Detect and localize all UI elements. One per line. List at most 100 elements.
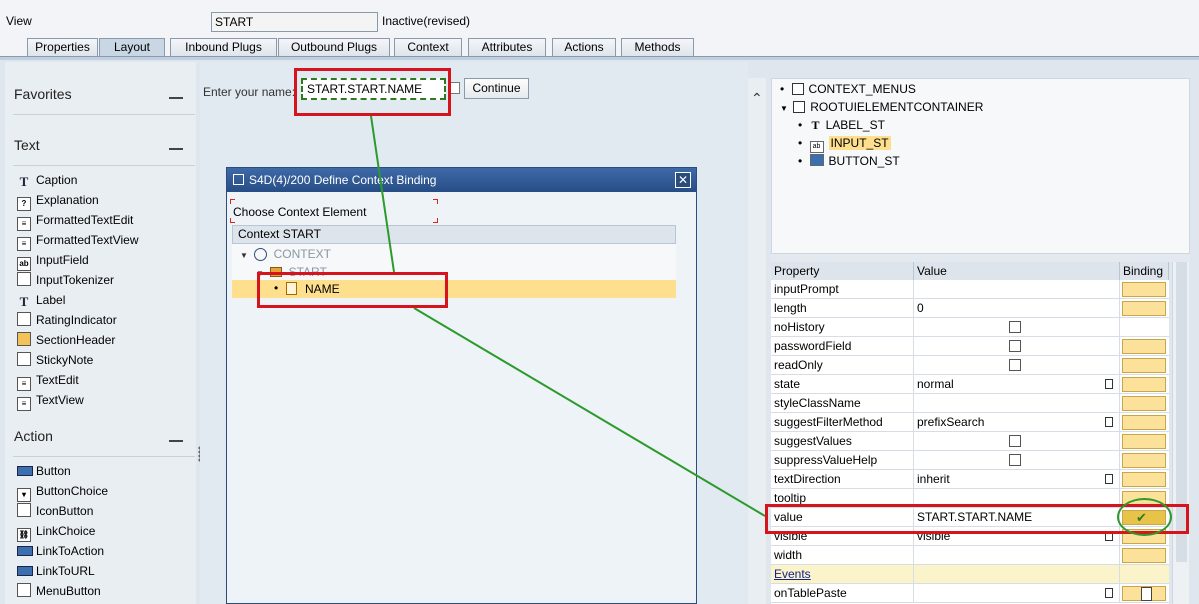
tab-properties[interactable]: Properties — [27, 38, 98, 57]
text-collapse-icon[interactable] — [169, 148, 183, 150]
binding-cell — [1120, 318, 1169, 336]
palette-item-stickynote[interactable]: StickyNote — [17, 351, 93, 369]
palette-item-button[interactable]: Button — [17, 462, 71, 480]
create-handler-icon[interactable] — [1122, 586, 1166, 601]
tree-node-button-st[interactable]: • BUTTON_ST — [798, 153, 900, 169]
ui-element-tree: • CONTEXT_MENUS ▼ ROOTUIELEMENTCONTAINER… — [771, 78, 1190, 254]
property-value[interactable] — [914, 280, 1120, 298]
tab-context[interactable]: Context — [394, 38, 462, 57]
continue-button[interactable]: Continue — [464, 78, 529, 99]
column-header-binding[interactable]: Binding — [1120, 262, 1169, 280]
binding-button[interactable] — [1122, 396, 1166, 411]
palette-item-menubutton[interactable]: MenuButton — [17, 582, 101, 600]
palette-item-caption[interactable]: T Caption — [17, 171, 78, 189]
binding-button[interactable] — [1122, 548, 1166, 563]
binding-button[interactable] — [1122, 282, 1166, 297]
editor-tabs: Properties Layout Inbound Plugs Outbound… — [0, 38, 700, 58]
property-value[interactable]: 0 — [914, 299, 1120, 317]
palette-item-textview[interactable]: ≡ TextView — [17, 391, 84, 411]
corner-mark — [433, 199, 438, 204]
palette-item-formattedtextview[interactable]: ≡ FormattedTextView — [17, 231, 139, 251]
properties-scrollbar[interactable] — [1172, 262, 1189, 604]
define-context-binding-dialog: S4D(4)/200 Define Context Binding ✕ Choo… — [226, 167, 697, 604]
binding-button[interactable] — [1122, 339, 1166, 354]
column-header-property[interactable]: Property — [771, 262, 914, 280]
palette-item-inputfield[interactable]: ab InputField — [17, 251, 89, 271]
palette-item-textedit[interactable]: ≡ TextEdit — [17, 371, 79, 391]
binding-button[interactable] — [1122, 358, 1166, 373]
binding-button[interactable] — [1122, 377, 1166, 392]
palette-item-sectionheader[interactable]: SectionHeader — [17, 331, 115, 349]
dropdown-list-icon[interactable] — [1105, 474, 1113, 484]
expand-arrow-icon[interactable]: ▼ — [780, 104, 788, 113]
view-name-field[interactable]: START — [211, 12, 378, 32]
palette-item-explanation[interactable]: ? Explanation — [17, 191, 99, 211]
palette-item-label: TextEdit — [36, 373, 79, 387]
scroll-up-icon[interactable]: ⌃ — [751, 90, 763, 107]
favorites-collapse-icon[interactable] — [169, 97, 183, 99]
checkbox[interactable] — [1009, 321, 1021, 333]
palette-item-linktourl[interactable]: LinkToURL — [17, 562, 95, 580]
property-value[interactable]: normal — [914, 375, 1120, 393]
checkbox[interactable] — [1009, 454, 1021, 466]
property-value[interactable] — [914, 394, 1120, 412]
property-value[interactable] — [914, 546, 1120, 564]
link-url-icon — [17, 563, 31, 577]
view-label: View — [6, 14, 32, 28]
binding-button[interactable] — [1122, 453, 1166, 468]
close-icon[interactable]: ✕ — [675, 172, 691, 188]
icon-button-icon — [17, 503, 31, 517]
action-collapse-icon[interactable] — [169, 440, 183, 442]
events-section-link[interactable]: Events — [771, 565, 914, 583]
checkbox[interactable] — [1009, 359, 1021, 371]
property-value — [914, 451, 1120, 469]
tab-attributes[interactable]: Attributes — [468, 38, 546, 57]
tab-outbound-plugs[interactable]: Outbound Plugs — [278, 38, 390, 57]
tab-actions[interactable]: Actions — [552, 38, 616, 57]
tab-inbound-plugs[interactable]: Inbound Plugs — [170, 38, 277, 57]
palette-item-label-element[interactable]: T Label — [17, 291, 66, 309]
dialog-title-bar[interactable]: S4D(4)/200 Define Context Binding — [227, 168, 696, 192]
palette-item-linktoaction[interactable]: LinkToAction — [17, 542, 104, 560]
column-header-value[interactable]: Value — [914, 262, 1120, 280]
checkbox[interactable] — [1009, 340, 1021, 352]
binding-button[interactable] — [1122, 415, 1166, 430]
tree-node-input-st[interactable]: • ab INPUT_ST — [798, 135, 891, 153]
tree-node-context[interactable]: ▼ CONTEXT — [240, 246, 331, 264]
tree-node-context-menus[interactable]: • CONTEXT_MENUS — [780, 81, 916, 97]
binding-button[interactable] — [1122, 472, 1166, 487]
dropdown-list-icon[interactable] — [1105, 379, 1113, 389]
tree-node-root-container[interactable]: ▼ ROOTUIELEMENTCONTAINER — [780, 99, 983, 117]
dropdown-list-icon[interactable] — [1105, 588, 1113, 598]
palette-item-ratingindicator[interactable]: RatingIndicator — [17, 311, 117, 329]
property-value — [914, 565, 1120, 583]
property-value[interactable]: prefixSearch — [914, 413, 1120, 431]
property-value[interactable]: inherit — [914, 470, 1120, 488]
palette-item-linkchoice[interactable]: ⛓ LinkChoice — [17, 522, 95, 542]
property-value — [914, 318, 1120, 336]
property-name: styleClassName — [771, 394, 914, 412]
palette-item-iconbutton[interactable]: IconButton — [17, 502, 93, 520]
property-value[interactable] — [914, 584, 1120, 602]
palette-item-inputtokenizer[interactable]: InputTokenizer — [17, 271, 114, 289]
binding-cell — [1120, 584, 1169, 602]
expand-arrow-icon[interactable]: ▼ — [240, 251, 248, 260]
palette-text-heading: Text — [14, 137, 40, 153]
tree-node-label-st[interactable]: • T LABEL_ST — [798, 117, 885, 133]
palette-item-buttonchoice[interactable]: ▾ ButtonChoice — [17, 482, 108, 502]
tab-layout[interactable]: Layout — [99, 38, 165, 57]
checkbox[interactable] — [1009, 435, 1021, 447]
palette-item-label: RatingIndicator — [36, 313, 117, 327]
palette-item-formattedtextedit[interactable]: ≡ FormattedTextEdit — [17, 211, 133, 231]
dropdown-list-icon[interactable] — [1105, 417, 1113, 427]
panel-splitter[interactable] — [771, 254, 1190, 262]
tab-methods[interactable]: Methods — [621, 38, 694, 57]
palette-action-heading: Action — [14, 428, 53, 444]
binding-button[interactable] — [1122, 301, 1166, 316]
binding-button[interactable] — [1122, 434, 1166, 449]
canvas-scrollbar[interactable]: ⌃ — [748, 78, 766, 604]
palette-favorites-heading: Favorites — [14, 86, 72, 102]
binding-cell — [1120, 356, 1169, 374]
binding-cell — [1120, 546, 1169, 564]
binding-cell — [1120, 337, 1169, 355]
